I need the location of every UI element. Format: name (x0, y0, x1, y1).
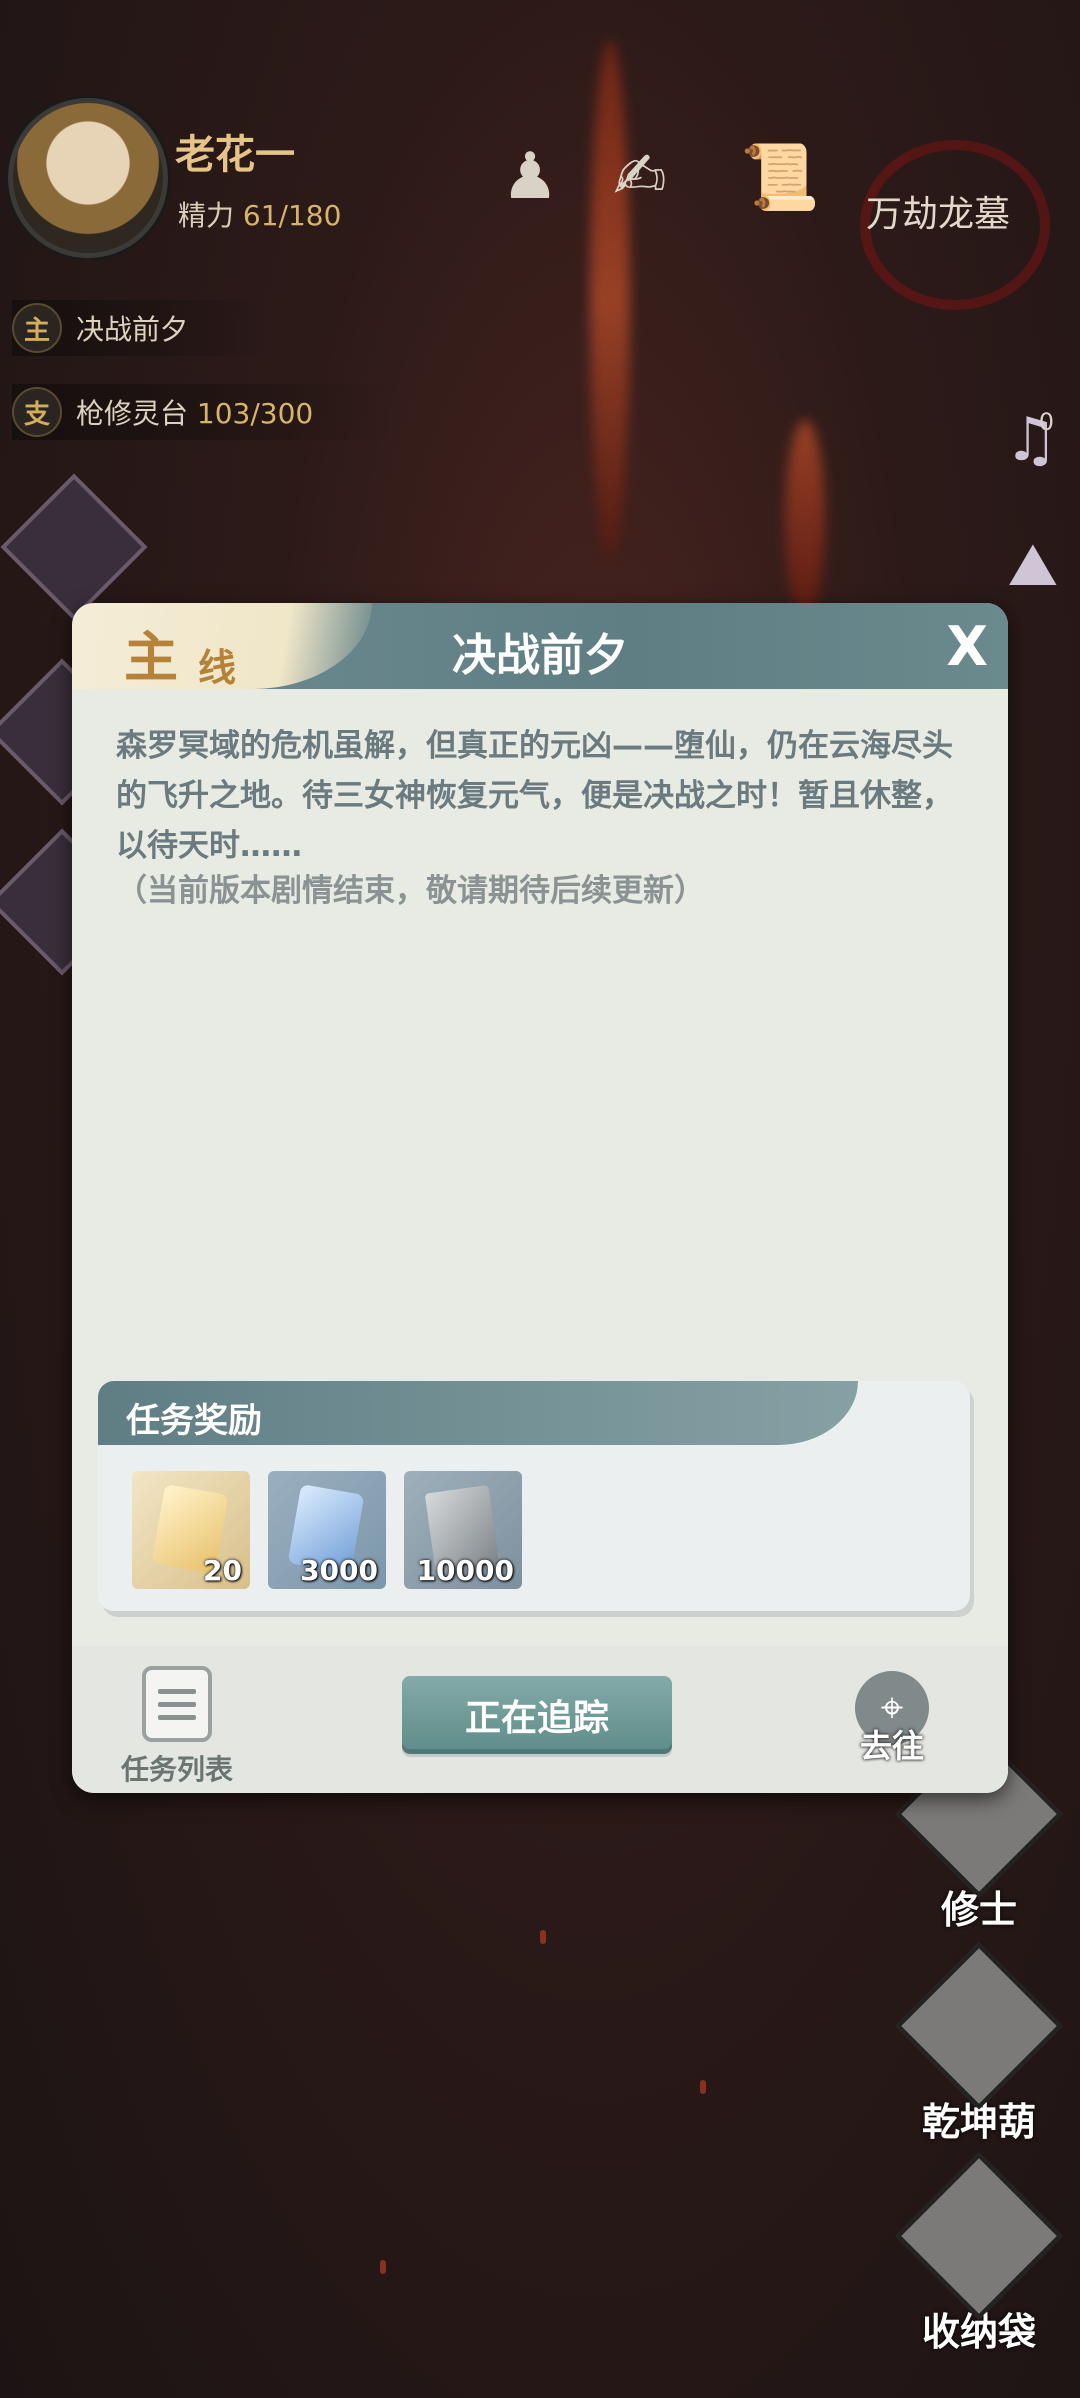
energy-display: 精力 61/180 (178, 194, 341, 234)
tracking-button[interactable]: 正在追踪 (402, 1676, 672, 1754)
player-avatar[interactable] (8, 98, 168, 258)
reward-count: 3000 (300, 1554, 378, 1587)
goto-button[interactable]: ⌖ 去往 (842, 1671, 942, 1767)
bag-icon (895, 2152, 1063, 2320)
player-name: 老花一 (175, 132, 295, 178)
quest-title: 决战前夕 (76, 313, 189, 346)
energy-value: 61/180 (242, 199, 342, 232)
quest-list-label: 任务列表 (120, 1753, 233, 1786)
gourd-icon (895, 1942, 1063, 2110)
quest-list-button[interactable]: 任务列表 (112, 1666, 242, 1788)
reward-header: 任务奖励 (98, 1381, 858, 1445)
quest-tracker-side[interactable]: 支 枪修灵台 103/300 (12, 384, 394, 440)
reward-title: 任务奖励 (126, 1401, 262, 1441)
close-icon[interactable]: X (946, 615, 988, 678)
quest-tag: 主 (12, 303, 62, 353)
quest-tracker-main[interactable]: 主 决战前夕 (12, 300, 269, 356)
quest-dialog: 主 线 决战前夕 X 森罗冥域的危机虽解，但真正的元凶——堕仙，仍在云海尽头的飞… (72, 603, 1008, 1793)
music-count: 0 (1038, 408, 1054, 436)
quest-title: 枪修灵台 103/300 (76, 397, 314, 430)
dialog-footer: 任务列表 正在追踪 ⌖ 去往 (72, 1646, 1008, 1793)
quest-note: （当前版本剧情结束，敬请期待后续更新） (116, 873, 705, 909)
mountain-icon[interactable]: ⛰ (1008, 530, 1058, 600)
scroll-icon[interactable]: 📜 (740, 132, 820, 222)
reward-count: 10000 (416, 1554, 514, 1587)
right-button-gourd[interactable]: 乾坤葫 (895, 1942, 1063, 2146)
right-button-storage-bag[interactable]: 收纳袋 (895, 2152, 1063, 2356)
list-icon (142, 1666, 212, 1742)
reward-panel: 任务奖励 20 3000 10000 (98, 1381, 970, 1611)
chess-pawn-icon[interactable]: ♟ (490, 132, 570, 222)
reward-item[interactable]: 20 (132, 1471, 250, 1589)
dialog-title: 决战前夕 (452, 630, 628, 681)
reward-item[interactable]: 3000 (268, 1471, 386, 1589)
hand-scroll-icon[interactable]: ✍ (600, 132, 680, 222)
location-name[interactable]: 万劫龙墓 (866, 185, 1010, 237)
background-flame (590, 40, 630, 560)
reward-item[interactable]: 10000 (404, 1471, 522, 1589)
background-flame (785, 420, 825, 620)
goto-label: 去往 (859, 1727, 924, 1765)
ember (700, 2080, 706, 2094)
quest-progress: 103/300 (196, 397, 314, 430)
energy-label: 精力 (178, 199, 235, 232)
quest-description: 森罗冥域的危机虽解，但真正的元凶——堕仙，仍在云海尽头的飞升之地。待三女神恢复元… (116, 728, 953, 864)
demon-mask-icon[interactable] (0, 473, 148, 621)
ember (540, 1930, 546, 1944)
quest-tag: 支 (12, 387, 62, 437)
ember (380, 2260, 386, 2274)
reward-count: 20 (203, 1554, 242, 1587)
